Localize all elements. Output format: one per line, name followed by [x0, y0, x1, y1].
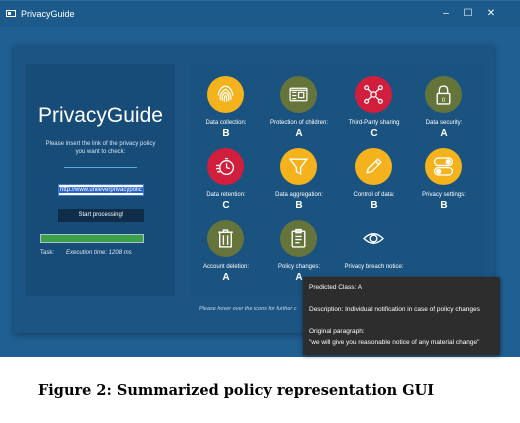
category-circle [280, 220, 317, 257]
category-circle [355, 76, 392, 113]
divider [64, 167, 137, 168]
category-grade: B [370, 200, 378, 211]
app-heading: PrivacyGuide [38, 104, 163, 127]
id-card-icon [289, 87, 308, 102]
tooltip-original-heading: Original paragraph: [309, 328, 365, 335]
policy-url-value: http://www.unileverprivacypolic [59, 187, 143, 193]
category-label: Policy changes: [277, 264, 321, 270]
prediction-tooltip: Predicted Class: A Description: Individu… [303, 277, 500, 355]
category-grade: C [222, 200, 230, 211]
execution-time: Execution time: 1208 ms [66, 250, 132, 256]
figure-caption: Figure 2: Summarized policy representati… [38, 382, 435, 399]
pencil-icon [366, 158, 382, 174]
category-grade: A [440, 128, 448, 139]
task-label: Task: [40, 250, 55, 256]
category-circle [207, 220, 244, 257]
hover-hint: Please hover over the icons for further … [199, 306, 297, 312]
start-processing-button[interactable]: Start processing! [58, 209, 144, 222]
category-label: Data aggregation: [275, 192, 323, 198]
category-circle [280, 76, 317, 113]
svg-text:0: 0 [442, 97, 446, 104]
window-title: PrivacyGuide [21, 9, 75, 19]
category-circle [355, 220, 392, 257]
category-circle [425, 148, 462, 185]
category-circle: 0 [425, 76, 462, 113]
category-circle [355, 148, 392, 185]
category-circle [280, 148, 317, 185]
category-grade: A [295, 128, 303, 139]
category-label: Privacy breach notice: [344, 264, 404, 270]
category-grade: B [295, 200, 303, 211]
category-grade: B [222, 128, 230, 139]
progress-fill [41, 235, 143, 242]
toggle-icon [433, 157, 454, 176]
close-button[interactable]: ✕ [484, 8, 498, 19]
trash-icon [218, 229, 233, 248]
category-label: Privacy settings: [422, 192, 466, 198]
category-circle [207, 148, 244, 185]
title-bar: PrivacyGuide – ☐ ✕ [0, 1, 520, 27]
clipboard-icon [291, 228, 306, 248]
fingerprint-icon [217, 85, 234, 102]
category-circle [207, 76, 244, 113]
progress-bar [40, 234, 144, 243]
eye-icon [363, 233, 384, 244]
minimize-button[interactable]: – [439, 8, 453, 19]
category-grade: A [222, 272, 230, 283]
app-window-icon [6, 10, 16, 17]
tooltip-predicted-class: Predicted Class: A [309, 284, 363, 291]
funnel-icon [288, 158, 309, 175]
category-label: Protection of children: [269, 120, 329, 126]
padlock-icon: 0 [436, 85, 451, 105]
network-share-icon [364, 85, 383, 104]
category-grade: B [440, 200, 448, 211]
tooltip-original-text: "we will give you reasonable notice of a… [309, 339, 480, 346]
maximize-button[interactable]: ☐ [461, 8, 475, 19]
url-prompt: Please insert the link of the privacy po… [45, 141, 156, 155]
category-grade: C [370, 128, 378, 139]
tooltip-description: Description: Individual notification in … [309, 306, 480, 313]
policy-url-input[interactable]: http://www.unileverprivacypolic [58, 184, 144, 196]
category-label: Data security: [425, 120, 463, 126]
input-panel: PrivacyGuide Please insert the link of t… [26, 64, 175, 296]
stopwatch-icon [216, 157, 235, 176]
